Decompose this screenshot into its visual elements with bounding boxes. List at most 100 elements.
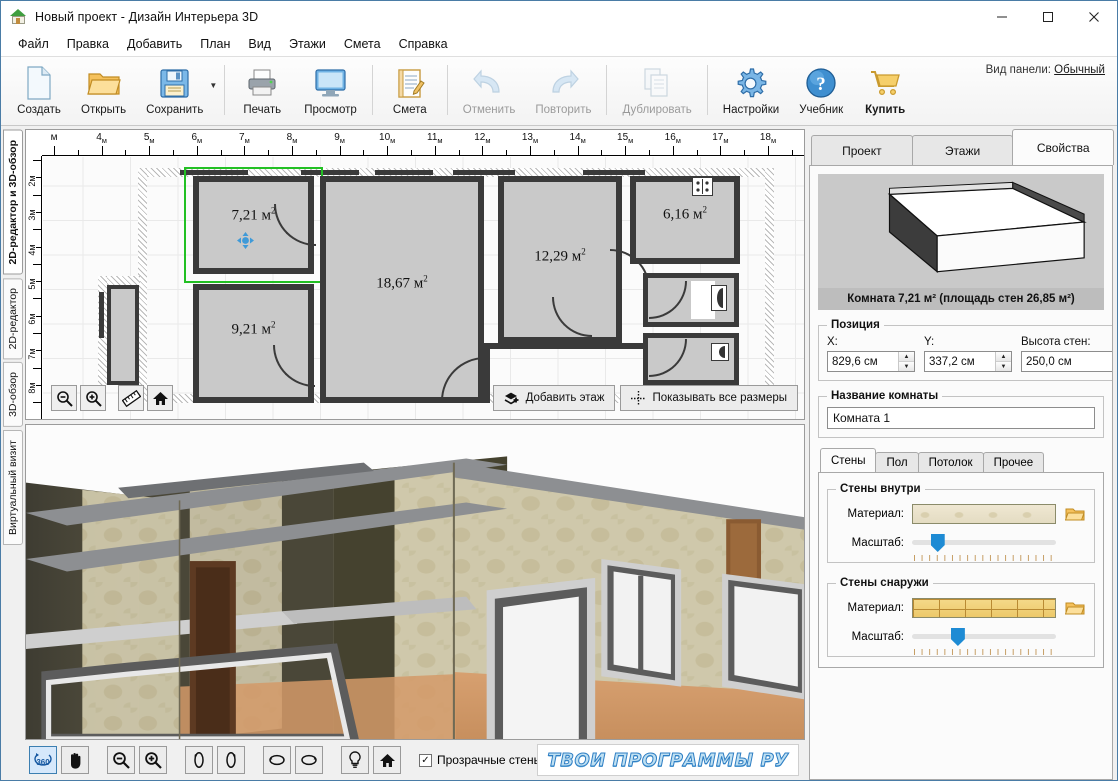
furniture-toilet: [711, 343, 729, 361]
transparent-walls-checkbox[interactable]: ✓ Прозрачные стены: [419, 753, 542, 767]
preview-button[interactable]: Просмотр: [295, 60, 366, 122]
wall-height-input[interactable]: [1022, 352, 1112, 371]
slider-thumb[interactable]: [950, 628, 965, 646]
walls-inside-browse-button[interactable]: [1064, 505, 1086, 523]
position-y-input[interactable]: [925, 352, 995, 371]
rotate-left-button[interactable]: [185, 746, 213, 774]
plan-canvas[interactable]: 7,21 м2 9,21 м2 18,67 м2 12,29 м2 6,16 м…: [43, 157, 804, 419]
view3d-zoom-in-button[interactable]: [139, 746, 167, 774]
buy-button[interactable]: Купить: [854, 60, 916, 122]
view-3d[interactable]: [25, 424, 805, 740]
tutorial-button[interactable]: ? Учебник: [790, 60, 852, 122]
walls-outside-material-label: Материал:: [847, 602, 904, 614]
menu-item-help[interactable]: Справка: [390, 34, 457, 54]
help-question-icon: ?: [805, 65, 837, 101]
save-dropdown-button[interactable]: ▼: [209, 57, 217, 125]
menu-item-add[interactable]: Добавить: [118, 34, 191, 54]
menu-item-view[interactable]: Вид: [239, 34, 280, 54]
light-bulb-icon: [349, 751, 361, 768]
room-6-16[interactable]: 6,16 м2: [630, 176, 740, 264]
room-9-21[interactable]: 9,21 м2: [193, 284, 314, 403]
save-button[interactable]: Сохранить: [137, 60, 212, 122]
rotate-360-button[interactable]: 360: [29, 746, 57, 774]
menu-item-plan[interactable]: План: [191, 34, 239, 54]
ruler-tick: [33, 263, 41, 265]
vtab-virtual-visit[interactable]: Виртуальный визит: [3, 429, 23, 545]
pan-button[interactable]: [61, 746, 89, 774]
walls-outside-material-row: Материал:: [836, 598, 1086, 618]
panel-view-value[interactable]: Обычный: [1054, 64, 1105, 76]
orbit-left-button[interactable]: [263, 746, 291, 774]
panel-view-selector[interactable]: Вид панели: Обычный: [986, 64, 1105, 76]
walls-outside-browse-button[interactable]: [1064, 599, 1086, 617]
spin-up-icon[interactable]: ▲: [899, 352, 914, 362]
rotate-right-button[interactable]: [217, 746, 245, 774]
tab-properties[interactable]: Свойства: [1012, 129, 1115, 165]
minimize-button[interactable]: [979, 1, 1025, 32]
plan-home-button[interactable]: [147, 385, 173, 411]
zoom-in-icon: [145, 752, 162, 769]
slider-thumb[interactable]: [930, 534, 945, 552]
estimate-button[interactable]: Смета: [379, 60, 441, 122]
ruler-minor-tick: [315, 150, 317, 155]
menu-item-floors[interactable]: Этажи: [280, 34, 335, 54]
ruler-tick: [33, 194, 41, 196]
light-button[interactable]: [341, 746, 369, 774]
ruler-tick: [672, 146, 674, 155]
position-y: Y: ▲ ▼: [924, 336, 1012, 372]
spin-down-icon[interactable]: ▼: [899, 362, 914, 371]
view3d-zoom-out-button[interactable]: [107, 746, 135, 774]
position-x-spinner[interactable]: ▲ ▼: [827, 351, 915, 372]
subtab-other[interactable]: Прочее: [982, 452, 1045, 472]
add-floor-button[interactable]: Добавить этаж: [492, 385, 616, 411]
ruler-label: 14м: [569, 132, 586, 145]
vtab-2d-and-3d[interactable]: 2D-редактор и 3D-обзор: [3, 130, 23, 275]
subtab-walls[interactable]: Стены: [820, 448, 877, 472]
print-button[interactable]: Печать: [231, 60, 293, 122]
spin-up-icon[interactable]: ▲: [996, 352, 1011, 362]
settings-button[interactable]: Настройки: [714, 60, 788, 122]
position-x-spin-buttons[interactable]: ▲ ▼: [898, 352, 914, 371]
new-button[interactable]: Создать: [8, 60, 70, 122]
walls-inside-scale-slider[interactable]: [912, 532, 1056, 561]
vtab-2d-editor[interactable]: 2D-редактор: [3, 277, 23, 359]
walls-inside-material-swatch[interactable]: [912, 504, 1056, 524]
move-handle-icon[interactable]: [237, 232, 254, 249]
wall-height-spinner[interactable]: ▲ ▼: [1021, 351, 1112, 372]
show-all-sizes-label: Показывать все размеры: [652, 392, 787, 404]
walls-outside-material-swatch[interactable]: [912, 598, 1056, 618]
tab-floors[interactable]: Этажи: [911, 135, 1014, 165]
room-name-input[interactable]: [827, 407, 1095, 429]
plan-ruler-button[interactable]: [118, 385, 144, 411]
undo-button[interactable]: Отменить: [454, 60, 525, 122]
plan-zoom-out-button[interactable]: [51, 385, 77, 411]
position-x-input[interactable]: [828, 352, 898, 371]
open-button[interactable]: Открыть: [72, 60, 135, 122]
furniture-stove: [692, 177, 713, 196]
view3d-home-button[interactable]: [373, 746, 401, 774]
plan-zoom-in-button[interactable]: [80, 385, 106, 411]
position-y-spin-buttons[interactable]: ▲ ▼: [995, 352, 1011, 371]
ruler-tick: [33, 402, 41, 404]
plan-2d-view[interactable]: м 4м 5м 6м 7м 8м 9м 10м 11м 12м 13м 14м 15м 16м 17м 18м…: [25, 129, 805, 420]
room-vestibule[interactable]: [107, 285, 139, 385]
orbit-right-button[interactable]: [295, 746, 323, 774]
redo-button[interactable]: Повторить: [526, 60, 600, 122]
menu-item-file[interactable]: Файл: [9, 34, 58, 54]
spin-down-icon[interactable]: ▼: [996, 362, 1011, 371]
duplicate-button-label: Дублировать: [622, 104, 692, 116]
close-button[interactable]: [1071, 1, 1117, 32]
show-all-sizes-button[interactable]: Показывать все размеры: [620, 385, 798, 411]
duplicate-button[interactable]: Дублировать: [613, 60, 700, 122]
position-group: Позиция X: ▲ ▼: [818, 319, 1112, 381]
menu-item-estimate[interactable]: Смета: [335, 34, 390, 54]
maximize-button[interactable]: [1025, 1, 1071, 32]
subtab-ceiling[interactable]: Потолок: [917, 452, 984, 472]
subtab-floor[interactable]: Пол: [875, 452, 919, 472]
checkbox-box[interactable]: ✓: [419, 753, 432, 767]
position-y-spinner[interactable]: ▲ ▼: [924, 351, 1012, 372]
walls-outside-scale-slider[interactable]: [912, 626, 1056, 655]
tab-project[interactable]: Проект: [811, 135, 913, 165]
menu-item-edit[interactable]: Правка: [58, 34, 118, 54]
vtab-3d-overview[interactable]: 3D-обзор: [3, 361, 23, 427]
